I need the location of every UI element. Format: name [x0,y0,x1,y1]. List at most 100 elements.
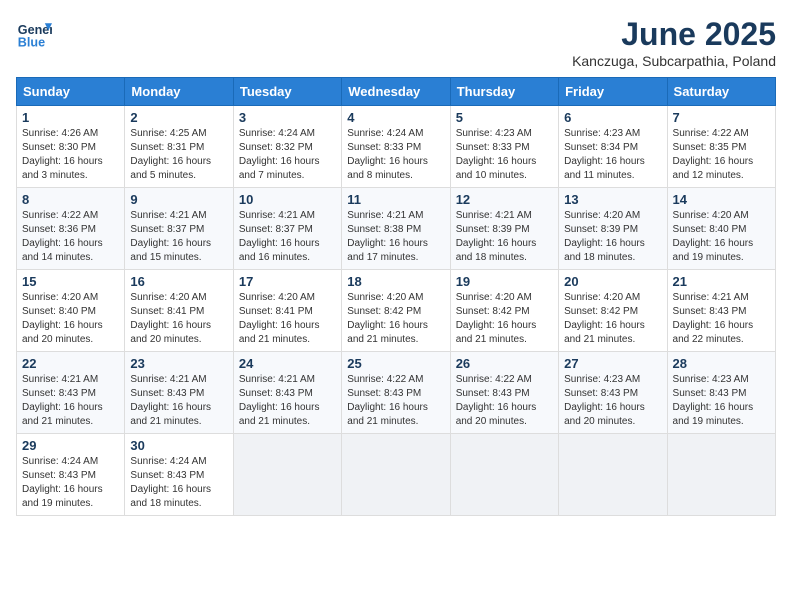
calendar-day-cell: 11 Sunrise: 4:21 AM Sunset: 8:38 PM Dayl… [342,188,450,270]
month-title: June 2025 [572,16,776,53]
calendar-day-cell: 8 Sunrise: 4:22 AM Sunset: 8:36 PM Dayli… [17,188,125,270]
day-info: Sunrise: 4:24 AM Sunset: 8:43 PM Dayligh… [130,455,227,511]
day-number: 18 [347,274,444,289]
day-info: Sunrise: 4:25 AM Sunset: 8:31 PM Dayligh… [130,127,227,183]
day-number: 26 [456,356,553,371]
day-info: Sunrise: 4:20 AM Sunset: 8:42 PM Dayligh… [456,291,553,347]
day-number: 28 [673,356,770,371]
calendar-day-cell: 20 Sunrise: 4:20 AM Sunset: 8:42 PM Dayl… [559,270,667,352]
calendar-day-cell [342,434,450,516]
day-number: 13 [564,192,661,207]
day-info: Sunrise: 4:21 AM Sunset: 8:39 PM Dayligh… [456,209,553,265]
day-number: 24 [239,356,336,371]
day-info: Sunrise: 4:20 AM Sunset: 8:42 PM Dayligh… [347,291,444,347]
calendar-header-row: SundayMondayTuesdayWednesdayThursdayFrid… [17,78,776,106]
calendar-day-cell: 13 Sunrise: 4:20 AM Sunset: 8:39 PM Dayl… [559,188,667,270]
calendar-week-row: 22 Sunrise: 4:21 AM Sunset: 8:43 PM Dayl… [17,352,776,434]
day-number: 1 [22,110,119,125]
day-number: 25 [347,356,444,371]
day-number: 12 [456,192,553,207]
day-info: Sunrise: 4:22 AM Sunset: 8:43 PM Dayligh… [456,373,553,429]
logo: General Blue [16,16,52,52]
calendar-day-cell: 25 Sunrise: 4:22 AM Sunset: 8:43 PM Dayl… [342,352,450,434]
day-info: Sunrise: 4:20 AM Sunset: 8:41 PM Dayligh… [130,291,227,347]
day-info: Sunrise: 4:21 AM Sunset: 8:38 PM Dayligh… [347,209,444,265]
day-number: 11 [347,192,444,207]
day-info: Sunrise: 4:20 AM Sunset: 8:40 PM Dayligh… [22,291,119,347]
day-number: 17 [239,274,336,289]
calendar-day-cell: 9 Sunrise: 4:21 AM Sunset: 8:37 PM Dayli… [125,188,233,270]
calendar-day-cell [233,434,341,516]
calendar-day-cell: 3 Sunrise: 4:24 AM Sunset: 8:32 PM Dayli… [233,106,341,188]
day-number: 9 [130,192,227,207]
day-number: 20 [564,274,661,289]
day-number: 3 [239,110,336,125]
day-number: 8 [22,192,119,207]
day-number: 15 [22,274,119,289]
day-number: 19 [456,274,553,289]
day-of-week-header: Thursday [450,78,558,106]
calendar-day-cell: 12 Sunrise: 4:21 AM Sunset: 8:39 PM Dayl… [450,188,558,270]
calendar-day-cell: 4 Sunrise: 4:24 AM Sunset: 8:33 PM Dayli… [342,106,450,188]
day-number: 5 [456,110,553,125]
day-number: 10 [239,192,336,207]
day-info: Sunrise: 4:26 AM Sunset: 8:30 PM Dayligh… [22,127,119,183]
day-number: 27 [564,356,661,371]
day-info: Sunrise: 4:20 AM Sunset: 8:41 PM Dayligh… [239,291,336,347]
day-number: 30 [130,438,227,453]
day-number: 29 [22,438,119,453]
day-info: Sunrise: 4:23 AM Sunset: 8:43 PM Dayligh… [564,373,661,429]
logo-icon: General Blue [16,16,52,52]
day-info: Sunrise: 4:21 AM Sunset: 8:43 PM Dayligh… [22,373,119,429]
day-info: Sunrise: 4:22 AM Sunset: 8:35 PM Dayligh… [673,127,770,183]
calendar-day-cell: 23 Sunrise: 4:21 AM Sunset: 8:43 PM Dayl… [125,352,233,434]
day-of-week-header: Monday [125,78,233,106]
day-number: 14 [673,192,770,207]
calendar-day-cell: 1 Sunrise: 4:26 AM Sunset: 8:30 PM Dayli… [17,106,125,188]
location-title: Kanczuga, Subcarpathia, Poland [572,53,776,69]
title-area: June 2025 Kanczuga, Subcarpathia, Poland [572,16,776,69]
calendar-day-cell: 15 Sunrise: 4:20 AM Sunset: 8:40 PM Dayl… [17,270,125,352]
calendar-day-cell [559,434,667,516]
day-info: Sunrise: 4:24 AM Sunset: 8:33 PM Dayligh… [347,127,444,183]
calendar-week-row: 15 Sunrise: 4:20 AM Sunset: 8:40 PM Dayl… [17,270,776,352]
page-header: General Blue June 2025 Kanczuga, Subcarp… [16,16,776,69]
day-info: Sunrise: 4:20 AM Sunset: 8:39 PM Dayligh… [564,209,661,265]
calendar-day-cell: 22 Sunrise: 4:21 AM Sunset: 8:43 PM Dayl… [17,352,125,434]
svg-text:Blue: Blue [18,36,45,50]
calendar-day-cell: 6 Sunrise: 4:23 AM Sunset: 8:34 PM Dayli… [559,106,667,188]
day-info: Sunrise: 4:20 AM Sunset: 8:42 PM Dayligh… [564,291,661,347]
day-info: Sunrise: 4:24 AM Sunset: 8:43 PM Dayligh… [22,455,119,511]
calendar-day-cell [667,434,775,516]
day-of-week-header: Saturday [667,78,775,106]
calendar-week-row: 8 Sunrise: 4:22 AM Sunset: 8:36 PM Dayli… [17,188,776,270]
day-info: Sunrise: 4:23 AM Sunset: 8:33 PM Dayligh… [456,127,553,183]
calendar-day-cell: 19 Sunrise: 4:20 AM Sunset: 8:42 PM Dayl… [450,270,558,352]
day-number: 22 [22,356,119,371]
day-number: 21 [673,274,770,289]
day-info: Sunrise: 4:23 AM Sunset: 8:34 PM Dayligh… [564,127,661,183]
calendar-day-cell: 5 Sunrise: 4:23 AM Sunset: 8:33 PM Dayli… [450,106,558,188]
day-info: Sunrise: 4:22 AM Sunset: 8:43 PM Dayligh… [347,373,444,429]
calendar-day-cell: 29 Sunrise: 4:24 AM Sunset: 8:43 PM Dayl… [17,434,125,516]
day-info: Sunrise: 4:21 AM Sunset: 8:43 PM Dayligh… [673,291,770,347]
calendar-week-row: 1 Sunrise: 4:26 AM Sunset: 8:30 PM Dayli… [17,106,776,188]
calendar-day-cell: 24 Sunrise: 4:21 AM Sunset: 8:43 PM Dayl… [233,352,341,434]
day-info: Sunrise: 4:22 AM Sunset: 8:36 PM Dayligh… [22,209,119,265]
day-number: 2 [130,110,227,125]
day-number: 23 [130,356,227,371]
day-of-week-header: Sunday [17,78,125,106]
calendar-table: SundayMondayTuesdayWednesdayThursdayFrid… [16,77,776,516]
day-of-week-header: Wednesday [342,78,450,106]
day-number: 4 [347,110,444,125]
calendar-day-cell: 16 Sunrise: 4:20 AM Sunset: 8:41 PM Dayl… [125,270,233,352]
calendar-day-cell: 27 Sunrise: 4:23 AM Sunset: 8:43 PM Dayl… [559,352,667,434]
calendar-day-cell: 21 Sunrise: 4:21 AM Sunset: 8:43 PM Dayl… [667,270,775,352]
calendar-day-cell: 26 Sunrise: 4:22 AM Sunset: 8:43 PM Dayl… [450,352,558,434]
day-info: Sunrise: 4:23 AM Sunset: 8:43 PM Dayligh… [673,373,770,429]
calendar-week-row: 29 Sunrise: 4:24 AM Sunset: 8:43 PM Dayl… [17,434,776,516]
calendar-day-cell: 28 Sunrise: 4:23 AM Sunset: 8:43 PM Dayl… [667,352,775,434]
day-number: 16 [130,274,227,289]
day-info: Sunrise: 4:20 AM Sunset: 8:40 PM Dayligh… [673,209,770,265]
calendar-day-cell: 14 Sunrise: 4:20 AM Sunset: 8:40 PM Dayl… [667,188,775,270]
